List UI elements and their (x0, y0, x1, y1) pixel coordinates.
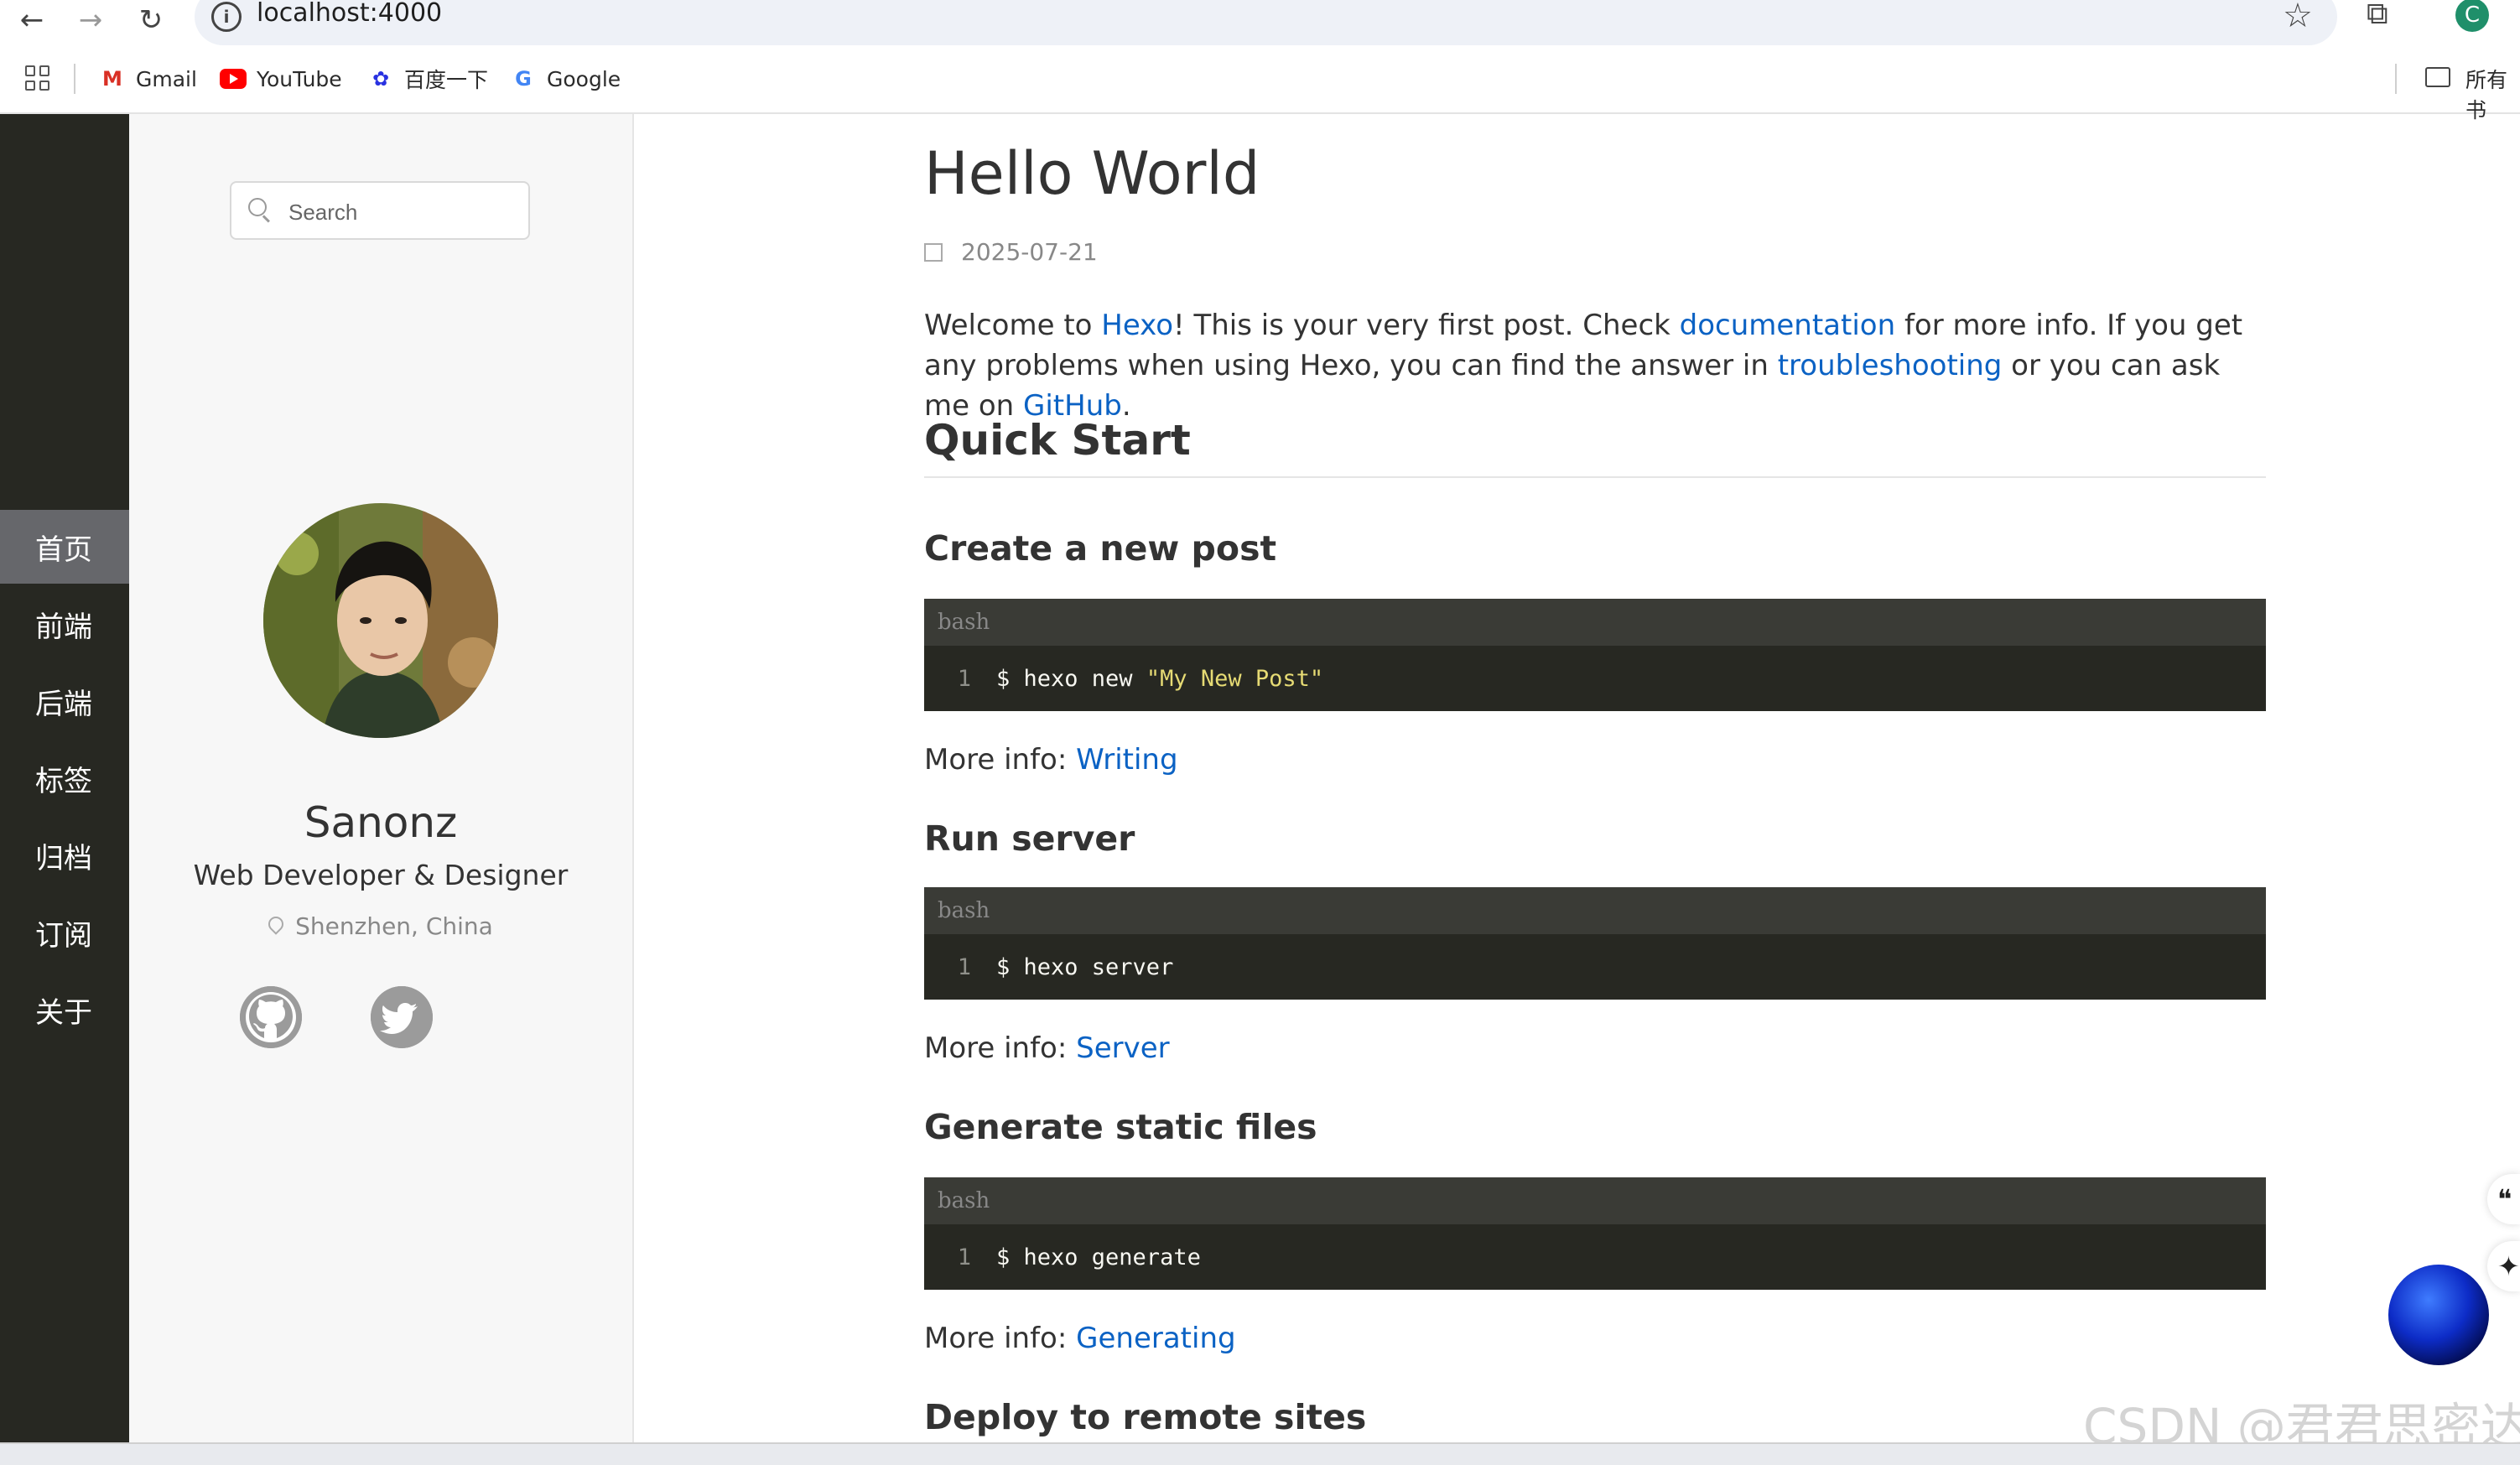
menu-item-backend[interactable]: 后端 (0, 664, 136, 738)
menu-item-subscribe[interactable]: 订阅 (0, 896, 136, 969)
bookmark-baidu[interactable]: ✿ 百度一下 (367, 64, 488, 94)
intro-text: ! This is your very first post. Check (1173, 309, 1680, 342)
bookmark-youtube[interactable]: YouTube (220, 64, 342, 94)
heading-create-post: Create a new post (924, 528, 1277, 569)
line-number: 1 (957, 1244, 971, 1270)
side-panel-sparkle-icon[interactable]: ✦ (2487, 1241, 2520, 1291)
main-menu: 首页 前端 后端 标签 归档 订阅 关于 (0, 114, 136, 1442)
more-info-writing: More info: Writing (924, 740, 2266, 780)
menu-item-archive[interactable]: 归档 (0, 818, 136, 892)
more-info-text: More info: (924, 1322, 1077, 1355)
calendar-icon (924, 242, 943, 262)
bookmark-gmail[interactable]: M Gmail (99, 64, 197, 94)
heading-deploy: Deploy to remote sites (924, 1397, 1367, 1437)
youtube-icon (220, 67, 247, 91)
code-block: bash 1 $ hexo server (924, 887, 2266, 1000)
bookmark-label: Gmail (136, 66, 197, 91)
line-number: 1 (957, 665, 971, 692)
location-text: Shenzhen, China (295, 912, 493, 940)
taskbar (0, 1442, 2520, 1465)
reload-icon[interactable]: ↻ (132, 2, 169, 39)
intro-paragraph: Welcome to Hexo! This is your very first… (924, 305, 2266, 426)
bookmark-label: YouTube (257, 66, 342, 91)
code-block: bash 1 $ hexo new "My New Post" (924, 599, 2266, 711)
more-info-text: More info: (924, 1031, 1077, 1065)
all-bookmarks-label[interactable]: 所有书 (2465, 64, 2520, 124)
apps-icon[interactable] (25, 65, 50, 91)
code-line: 1 $ hexo new "My New Post" (924, 646, 2266, 711)
code-line: 1 $ hexo server (924, 934, 2266, 1000)
more-info-text: More info: (924, 743, 1077, 777)
browser-toolbar: ← → ↻ i localhost:4000 ☆ ⧉ C (0, 0, 2520, 47)
url-text[interactable]: localhost:4000 (257, 0, 442, 28)
search-icon (248, 198, 267, 216)
more-info-generating: More info: Generating (924, 1318, 2266, 1359)
profile-location: Shenzhen, China (129, 912, 632, 940)
profile-panel: Sanonz Web Developer & Designer Shenzhen… (129, 114, 634, 1442)
bookmarks-divider (2395, 64, 2397, 94)
code-command: $ hexo new (996, 665, 1146, 692)
avatar (263, 503, 498, 738)
address-bar[interactable] (195, 0, 2337, 45)
heading-run-server: Run server (924, 818, 1135, 859)
heading-generate-static: Generate static files (924, 1107, 1317, 1147)
search-input[interactable] (287, 193, 517, 231)
post-date: 2025-07-21 (924, 238, 1098, 266)
code-lang: bash (924, 887, 2266, 934)
forward-icon[interactable]: → (72, 2, 109, 39)
code-command: $ hexo generate (996, 1244, 1201, 1270)
search-box[interactable] (230, 181, 530, 240)
back-icon[interactable]: ← (13, 2, 50, 39)
link-hexo[interactable]: Hexo (1101, 309, 1173, 342)
link-server[interactable]: Server (1076, 1031, 1170, 1065)
location-pin-icon (265, 913, 287, 935)
bookmark-star-icon[interactable]: ☆ (2283, 0, 2313, 35)
link-documentation[interactable]: documentation (1680, 309, 1896, 342)
twitter-icon[interactable] (371, 986, 433, 1048)
code-string: "My New Post" (1146, 665, 1324, 692)
intro-text: Welcome to (924, 309, 1102, 342)
side-panel-quote-icon[interactable]: ❝ (2487, 1174, 2520, 1224)
bookmark-label: 百度一下 (404, 68, 489, 92)
assistant-orb-button[interactable] (2388, 1265, 2489, 1365)
code-block: bash 1 $ hexo generate (924, 1177, 2266, 1290)
bookmarks-divider (74, 64, 75, 94)
link-troubleshooting[interactable]: troubleshooting (1778, 349, 2003, 382)
profile-avatar[interactable]: C (2455, 0, 2489, 32)
code-lang: bash (924, 599, 2266, 646)
date-text: 2025-07-21 (961, 238, 1098, 266)
line-number: 1 (957, 953, 971, 980)
profile-name: Sanonz (304, 798, 458, 847)
more-info-server: More info: Server (924, 1028, 2266, 1068)
bookmark-label: Google (547, 66, 621, 91)
github-icon[interactable] (240, 986, 302, 1048)
gmail-icon: M (102, 67, 122, 91)
menu-item-tags[interactable]: 标签 (0, 741, 136, 815)
bookmark-google[interactable]: G Google (510, 64, 621, 94)
heading-quick-start: Quick Start (924, 416, 2266, 478)
post-title: Hello World (924, 139, 1260, 208)
folder-icon[interactable] (2425, 67, 2450, 87)
profile-title: Web Developer & Designer (193, 859, 569, 891)
link-generating[interactable]: Generating (1076, 1322, 1235, 1355)
extensions-icon[interactable]: ⧉ (2367, 0, 2388, 32)
code-lang: bash (924, 1177, 2266, 1224)
baidu-icon: ✿ (372, 67, 390, 91)
menu-item-home[interactable]: 首页 (0, 510, 136, 584)
menu-item-frontend[interactable]: 前端 (0, 587, 136, 661)
code-command: $ hexo server (996, 953, 1174, 980)
bookmarks-bar: M Gmail YouTube ✿ 百度一下 G Google 所有书 (0, 47, 2520, 122)
site-info-icon[interactable]: i (211, 2, 242, 32)
link-writing[interactable]: Writing (1076, 743, 1177, 777)
menu-item-about[interactable]: 关于 (0, 973, 136, 1047)
google-icon: G (515, 67, 532, 91)
code-line: 1 $ hexo generate (924, 1224, 2266, 1290)
